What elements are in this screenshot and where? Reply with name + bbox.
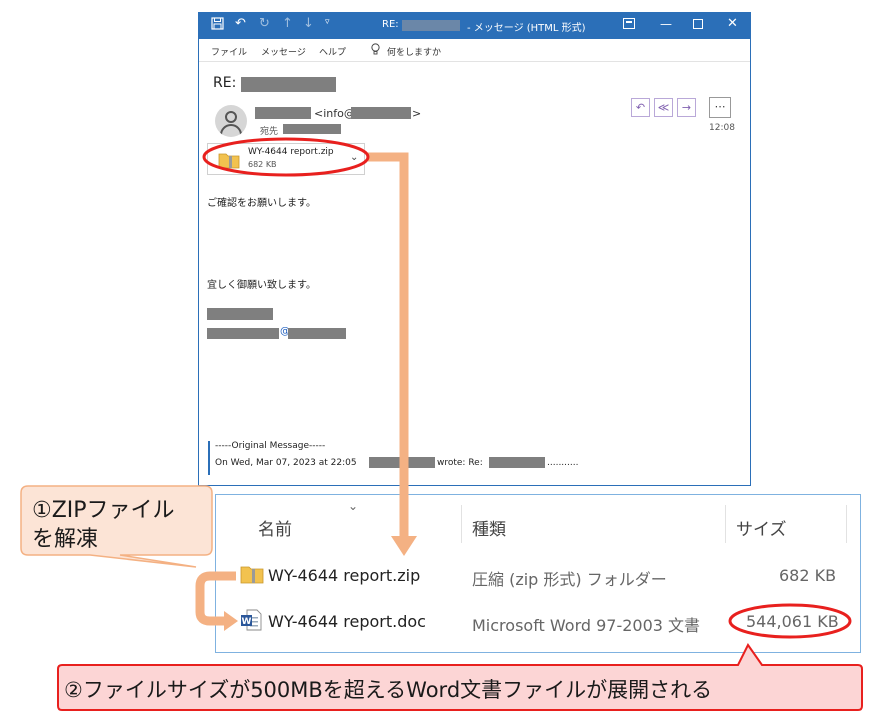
annotation-overlay bbox=[20, 137, 863, 711]
step1-callout-line2: を解凍 bbox=[32, 527, 99, 552]
size-highlight-ellipse bbox=[728, 603, 852, 639]
extract-arrow bbox=[195, 571, 238, 631]
attachment-highlight-ellipse bbox=[202, 137, 370, 177]
step2-callout-text: ②ファイルサイズが500MBを超えるWord文書ファイルが展開される bbox=[64, 678, 713, 702]
step1-callout-line1: ①ZIPファイル bbox=[32, 498, 175, 523]
download-arrow bbox=[368, 152, 417, 556]
